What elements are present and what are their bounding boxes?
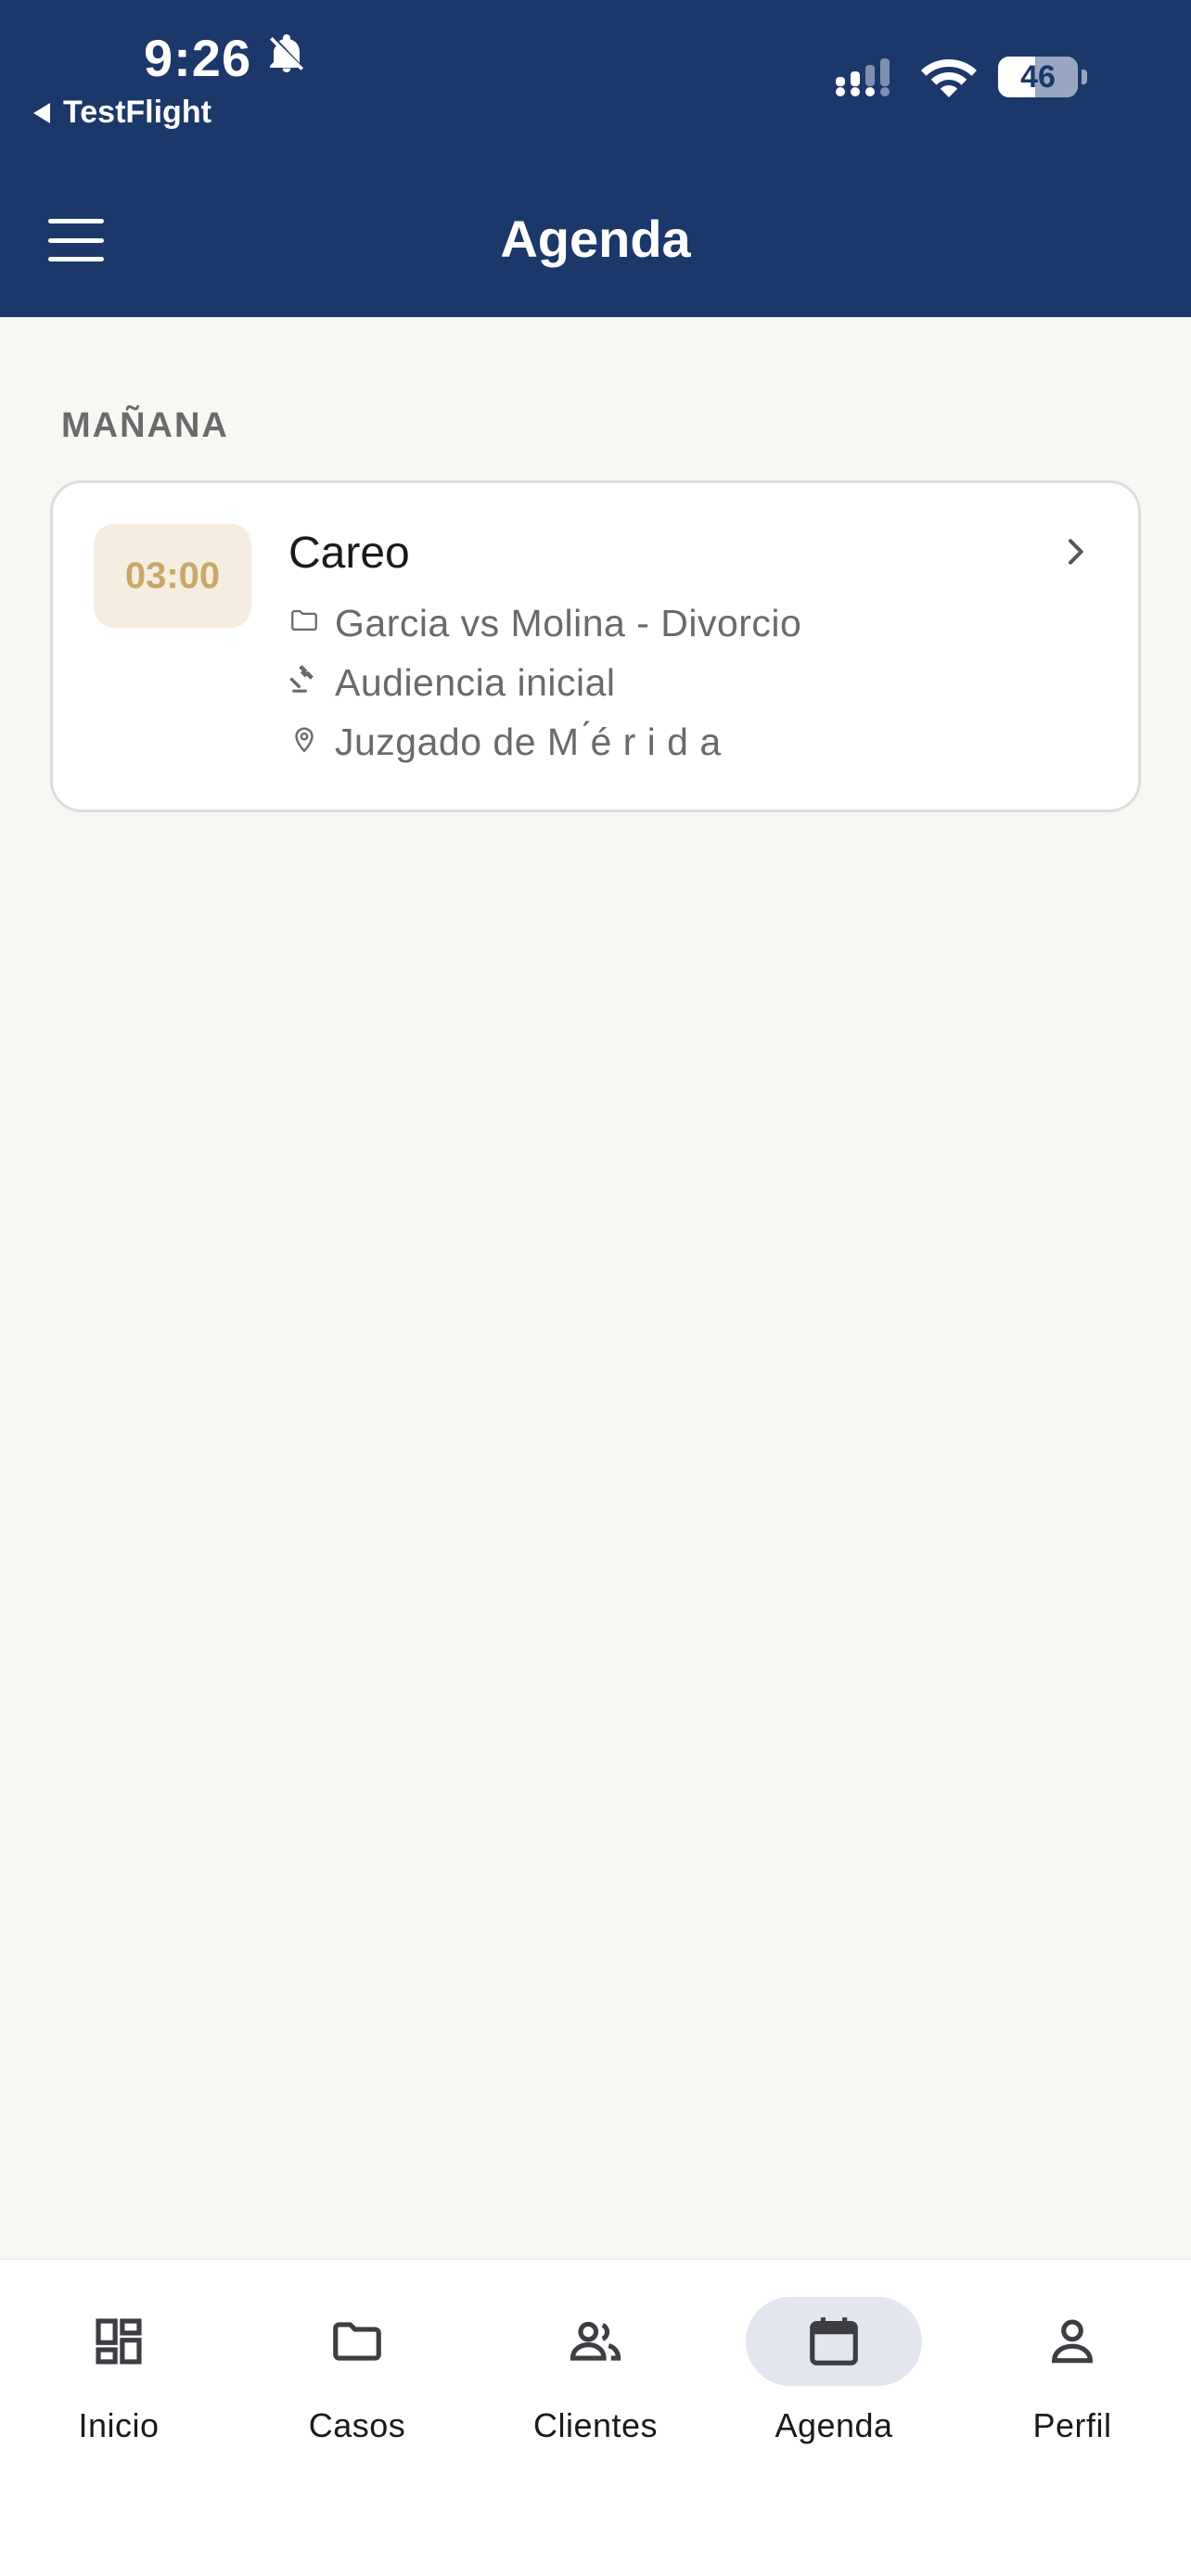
nav-icon-wrap: [984, 2297, 1160, 2386]
bell-off-icon: [264, 28, 309, 88]
date-section-label: MAÑANA: [61, 406, 229, 445]
battery-indicator: 46: [998, 57, 1078, 97]
status-time-text: 9:26: [144, 29, 252, 87]
status-time: 9:26: [144, 28, 309, 88]
battery-cap: [1082, 70, 1087, 84]
nav-item-inicio[interactable]: Inicio: [0, 2297, 237, 2482]
nav-label-agenda: Agenda: [775, 2406, 893, 2444]
event-type-text: Audiencia inicial: [335, 661, 616, 704]
status-indicators: 46: [835, 56, 1087, 98]
nav-icon-wrap: [746, 2297, 922, 2386]
back-to-app-link[interactable]: TestFlight: [33, 95, 211, 131]
app-header: 9:26 TestFlight 46 Agenda: [0, 0, 1191, 317]
back-triangle-icon: [33, 102, 50, 123]
nav-icon-wrap: [507, 2297, 684, 2386]
event-case-text: Garcia vs Molina - Divorcio: [335, 602, 802, 644]
location-pin-icon: [288, 721, 320, 764]
event-place-text: Juzgado de M ́é r i d a: [335, 721, 722, 763]
folder-icon: [328, 2313, 386, 2370]
nav-label-casos: Casos: [308, 2406, 406, 2444]
people-icon: [567, 2313, 624, 2370]
nav-item-casos[interactable]: Casos: [238, 2297, 476, 2482]
event-card[interactable]: 03:00 Careo Garcia vs Molina - Divorcio …: [50, 480, 1141, 812]
nav-item-agenda[interactable]: Agenda: [715, 2297, 953, 2482]
bottom-navigation: Inicio Casos Clientes Agenda Perfil: [0, 2259, 1191, 2576]
event-type-row: Audiencia inicial: [288, 661, 616, 705]
cellular-signal-icon: [835, 57, 900, 97]
event-title: Careo: [288, 529, 410, 578]
battery-level-text: 46: [1020, 58, 1056, 95]
dashboard-icon: [90, 2313, 147, 2370]
nav-label-perfil: Perfil: [1032, 2406, 1112, 2444]
chevron-right-icon: [1057, 533, 1094, 570]
page-title: Agenda: [500, 210, 691, 268]
event-time-badge: 03:00: [94, 524, 251, 628]
back-app-label: TestFlight: [63, 95, 211, 130]
nav-icon-wrap: [31, 2297, 207, 2386]
gavel-icon: [288, 661, 320, 705]
event-case-row: Garcia vs Molina - Divorcio: [288, 602, 801, 645]
wifi-icon: [920, 56, 978, 98]
nav-label-inicio: Inicio: [78, 2406, 160, 2444]
person-icon: [1044, 2313, 1101, 2370]
nav-item-clientes[interactable]: Clientes: [477, 2297, 714, 2482]
nav-icon-wrap: [269, 2297, 445, 2386]
nav-item-perfil[interactable]: Perfil: [954, 2297, 1191, 2482]
folder-outline-icon: [288, 602, 320, 645]
nav-label-clientes: Clientes: [532, 2406, 659, 2444]
event-place-row: Juzgado de M ́é r i d a: [288, 721, 722, 764]
calendar-icon: [805, 2313, 863, 2370]
